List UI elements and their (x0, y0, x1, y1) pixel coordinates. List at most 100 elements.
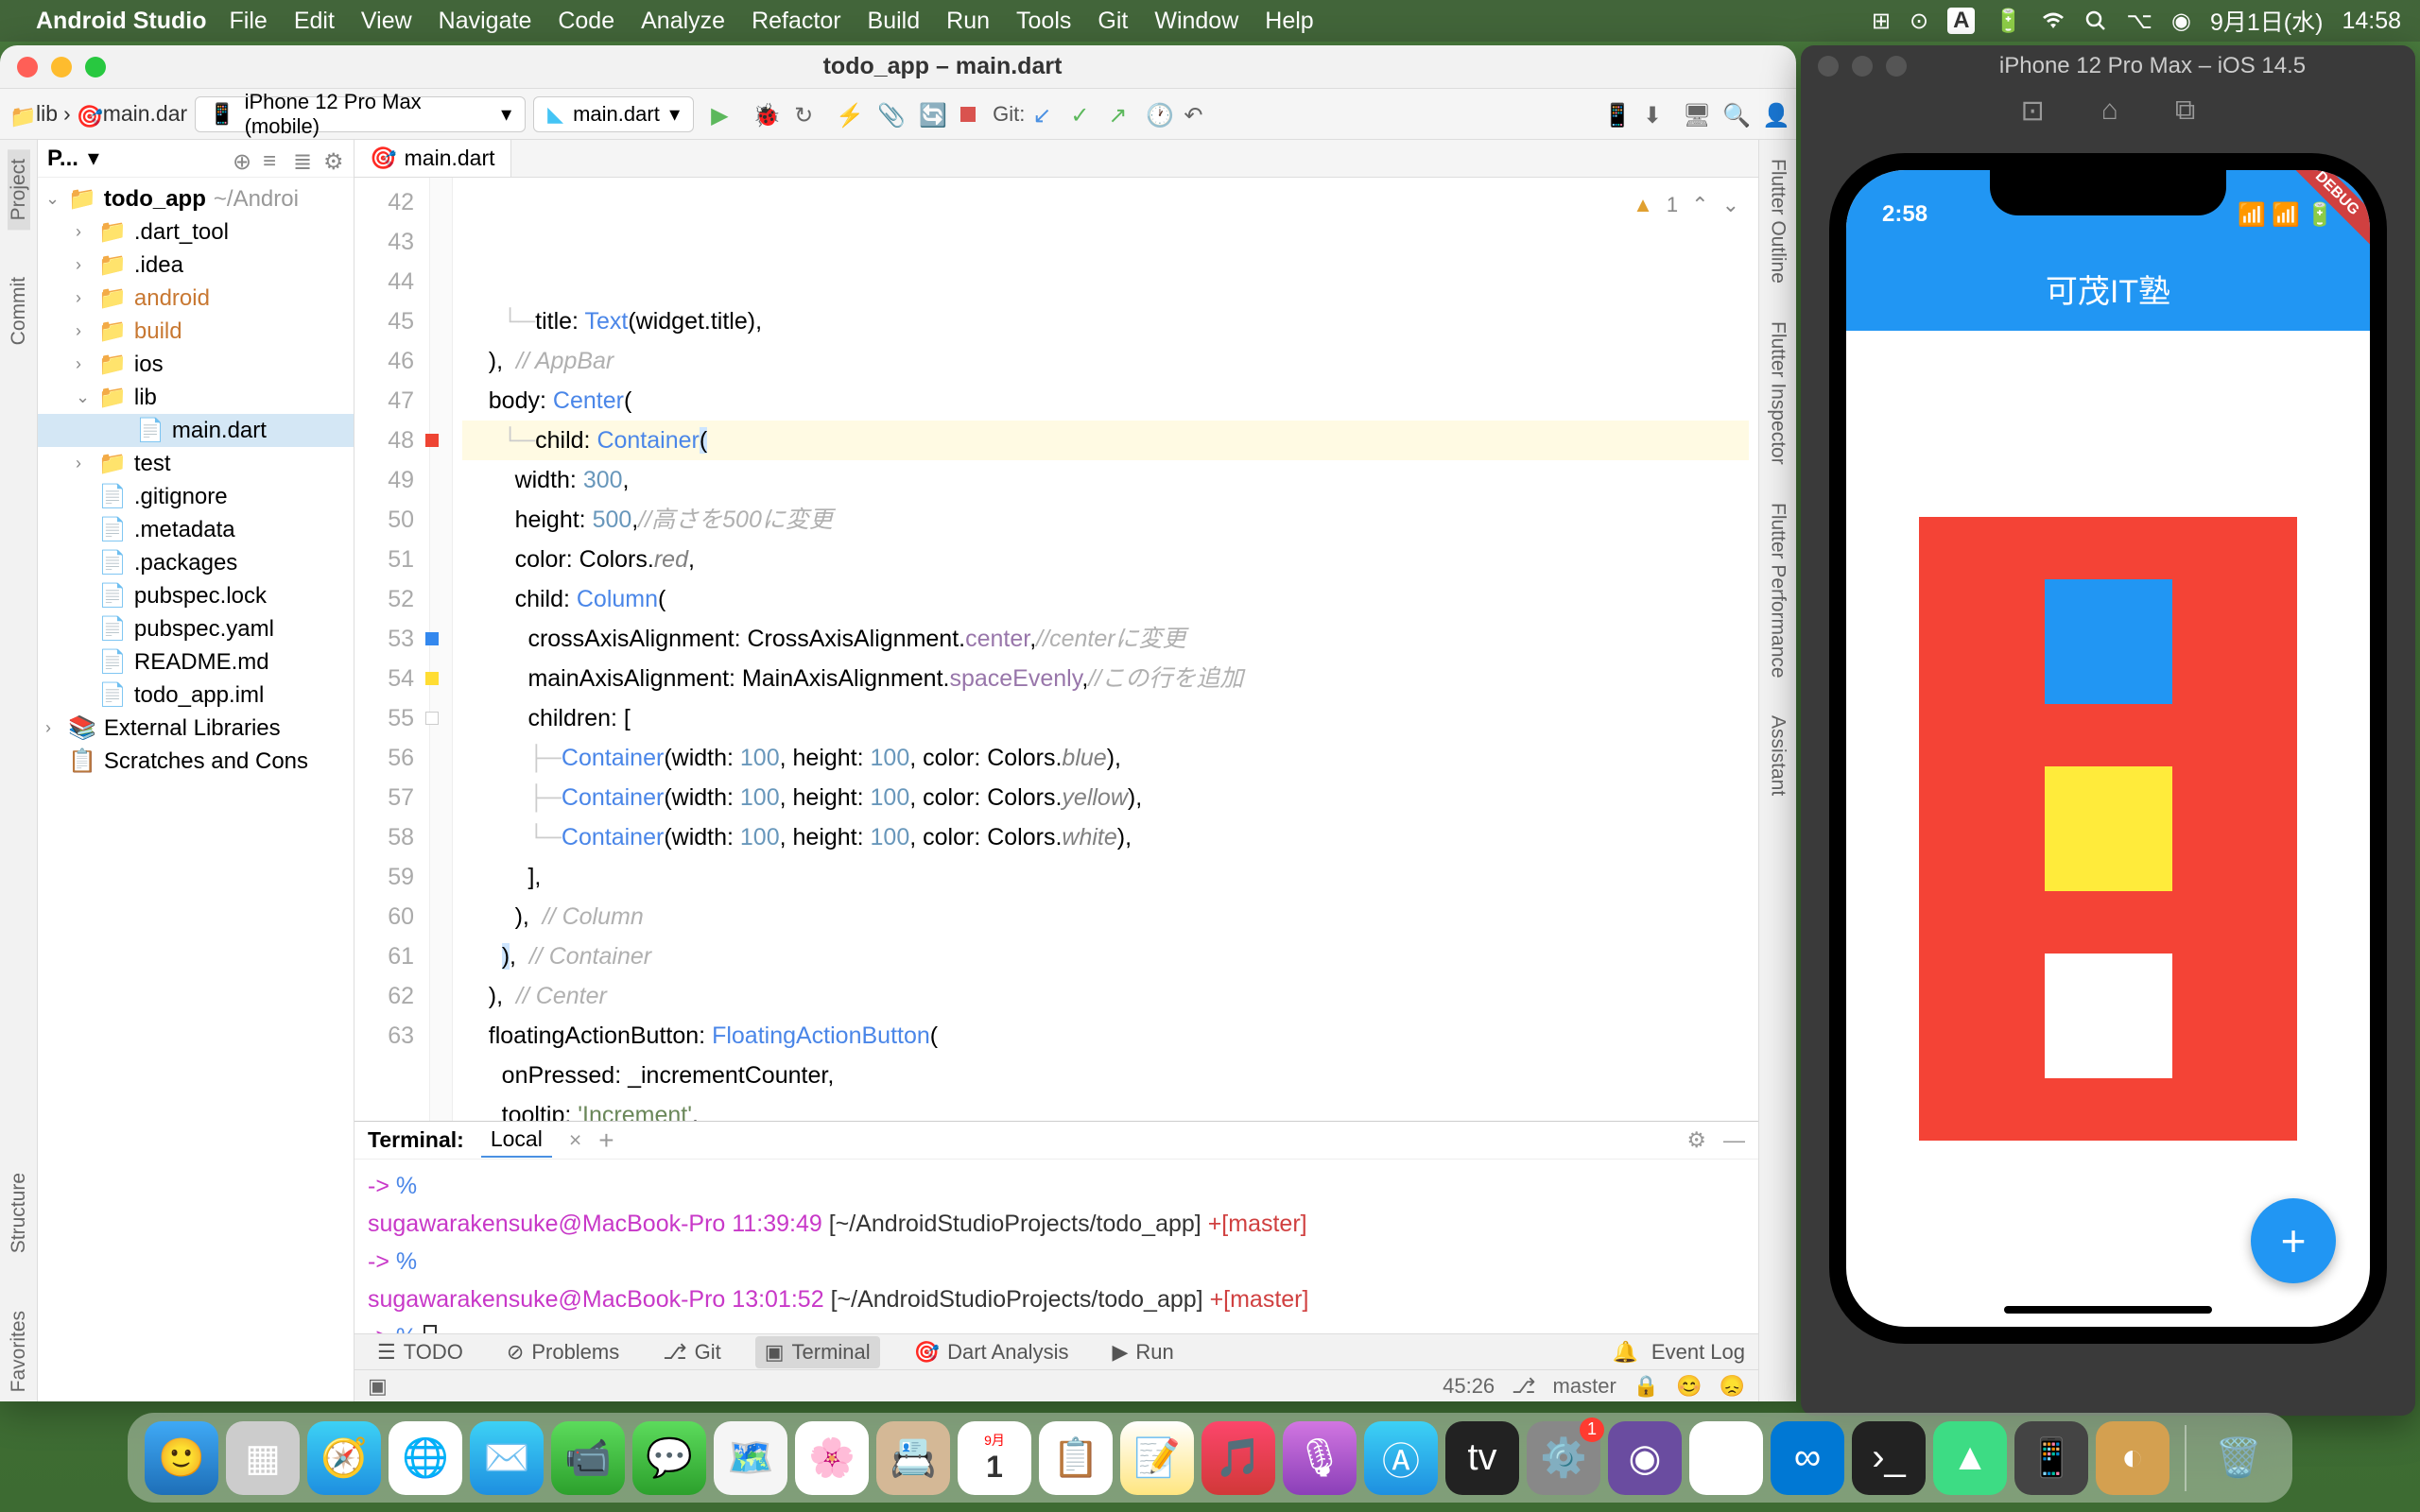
minimize-icon[interactable]: — (1723, 1127, 1745, 1153)
fold-gutter[interactable] (430, 178, 453, 1121)
sdk-manager-button[interactable]: ⬇ (1643, 102, 1668, 127)
line-number-gutter[interactable]: 4243444546474849505152535455565758596061… (354, 178, 430, 1121)
dropbox-icon[interactable]: ⊞ (1872, 8, 1891, 35)
coverage-button[interactable]: ↻ (794, 102, 819, 127)
tree-item[interactable]: 📄.metadata (38, 513, 354, 546)
menu-tools[interactable]: Tools (1016, 8, 1071, 35)
dock-chrome[interactable]: 🌐 (389, 1421, 462, 1495)
gear-icon[interactable]: ⚙ (323, 148, 344, 169)
menu-edit[interactable]: Edit (294, 8, 335, 35)
search-icon[interactable] (2084, 9, 2107, 32)
caret-right-icon[interactable]: › (76, 288, 91, 308)
caret-right-icon[interactable]: › (45, 718, 60, 738)
account-icon[interactable]: 👤 (1762, 102, 1787, 127)
menu-file[interactable]: File (230, 8, 268, 35)
caret-right-icon[interactable]: › (76, 321, 91, 341)
git-commit-button[interactable]: ✓ (1070, 102, 1095, 127)
tree-item[interactable]: ›📁.idea (38, 249, 354, 282)
caret-down-icon[interactable]: ⌄ (45, 189, 60, 209)
add-tab-button[interactable]: + (598, 1125, 614, 1156)
menubar-time[interactable]: 14:58 (2342, 8, 2401, 35)
terminal-body[interactable]: -> %sugawarakensuke@MacBook-Pro 11:39:49… (354, 1160, 1758, 1333)
caret-right-icon[interactable]: › (76, 222, 91, 242)
dock-maps[interactable]: 🗺️ (714, 1421, 787, 1495)
device-manager-button[interactable]: 🖥 (1683, 102, 1707, 127)
caret-right-icon[interactable]: › (76, 454, 91, 473)
rail-favorites[interactable]: Favorites (8, 1301, 30, 1401)
hot-restart-button[interactable]: 🔄 (919, 102, 943, 127)
menu-code[interactable]: Code (558, 8, 614, 35)
caret-down-icon[interactable]: ⌄ (76, 387, 91, 407)
rail-structure[interactable]: Structure (8, 1163, 30, 1263)
attach-debugger-button[interactable]: 📎 (877, 102, 902, 127)
home-indicator[interactable] (2004, 1306, 2212, 1314)
collapse-all-icon[interactable]: ≣ (293, 148, 314, 169)
rail-commit[interactable]: Commit (8, 267, 30, 354)
window-maximize-button[interactable] (85, 57, 106, 77)
menu-analyze[interactable]: Analyze (641, 8, 725, 35)
editor-tab-main[interactable]: 🎯 main.dart (354, 140, 511, 177)
caret-right-icon[interactable]: › (76, 255, 91, 275)
dock-music[interactable]: 🎵 (1201, 1421, 1275, 1495)
chevron-down-icon[interactable]: ▾ (88, 145, 99, 172)
tree-item[interactable]: ⌄📁lib (38, 381, 354, 414)
dock-trash[interactable]: 🗑️ (2202, 1421, 2275, 1495)
tree-item[interactable]: ›📁build (38, 315, 354, 348)
run-button[interactable]: ▶ (711, 102, 735, 127)
window-minimize-button[interactable] (51, 57, 72, 77)
tree-item[interactable]: 📄pubspec.lock (38, 579, 354, 612)
dock-slack[interactable]: # (1689, 1421, 1763, 1495)
dock-app1[interactable]: ◉ (1608, 1421, 1682, 1495)
caret-right-icon[interactable]: › (76, 354, 91, 374)
status-tips-icon[interactable]: ▣ (368, 1374, 388, 1399)
tree-item[interactable]: ›📁ios (38, 348, 354, 381)
control-center-icon[interactable]: ⌥ (2126, 8, 2152, 35)
dock-contacts[interactable]: 📇 (876, 1421, 950, 1495)
battery-icon[interactable]: 🔋 (1994, 8, 2022, 35)
dock-preferences[interactable]: ⚙️1 (1527, 1421, 1600, 1495)
avd-manager-button[interactable]: 📱 (1603, 102, 1628, 127)
tree-root[interactable]: ⌄ 📁 todo_app ~/Androi (38, 182, 354, 215)
status-branch[interactable]: master (1553, 1374, 1616, 1399)
status-cursor-pos[interactable]: 45:26 (1443, 1374, 1495, 1399)
sim-maximize-button[interactable] (1886, 56, 1907, 77)
git-pull-button[interactable]: ↙ (1032, 102, 1057, 127)
dock-mail[interactable]: ✉️ (470, 1421, 544, 1495)
siri-icon[interactable]: ◉ (2171, 8, 2191, 35)
home-icon[interactable]: ⌂ (2101, 94, 2118, 127)
search-everywhere-button[interactable]: 🔍 (1722, 102, 1747, 127)
dock-calendar[interactable]: 9月1 (958, 1421, 1031, 1495)
tree-external-libs[interactable]: › 📚 External Libraries (38, 712, 354, 745)
expand-all-icon[interactable]: ≡ (263, 148, 284, 169)
menubar-date[interactable]: 9月1日(水) (2210, 4, 2323, 38)
multitask-icon[interactable]: ⧉ (2175, 94, 2195, 127)
dock-tv[interactable]: tv (1445, 1421, 1519, 1495)
bt-problems[interactable]: ⊘Problems (497, 1336, 629, 1368)
play-circle-icon[interactable]: ⊙ (1910, 8, 1928, 35)
bt-git[interactable]: ⎇Git (653, 1336, 730, 1368)
dock-photos[interactable]: 🌸 (795, 1421, 869, 1495)
project-tree[interactable]: ⌄ 📁 todo_app ~/Androi ›📁.dart_tool›📁.ide… (38, 178, 354, 1401)
menu-navigate[interactable]: Navigate (439, 8, 532, 35)
bt-dart-analysis[interactable]: 🎯Dart Analysis (905, 1336, 1079, 1368)
menu-view[interactable]: View (361, 8, 412, 35)
dock-podcasts[interactable]: 🎙 (1283, 1421, 1357, 1495)
emoji-sad-icon[interactable]: 😞 (1720, 1374, 1745, 1399)
locate-icon[interactable]: ⊕ (233, 148, 253, 169)
bt-terminal[interactable]: ▣Terminal (755, 1336, 880, 1368)
sim-close-button[interactable] (1818, 56, 1839, 77)
rail-flutter-outline[interactable]: Flutter Outline (1767, 149, 1789, 293)
tree-item[interactable]: ›📁test (38, 447, 354, 480)
window-close-button[interactable] (17, 57, 38, 77)
run-config-selector[interactable]: ◣ main.dart ▾ (533, 96, 694, 132)
stop-button[interactable] (960, 107, 976, 122)
menu-git[interactable]: Git (1098, 8, 1128, 35)
dock-appstore[interactable]: Ⓐ (1364, 1421, 1438, 1495)
tree-scratches[interactable]: 📋 Scratches and Cons (38, 745, 354, 778)
dock-finder[interactable]: 🙂 (145, 1421, 218, 1495)
tree-item[interactable]: 📄.packages (38, 546, 354, 579)
chevron-down-icon[interactable]: ⌄ (1722, 185, 1739, 225)
bt-todo[interactable]: ☰TODO (368, 1336, 473, 1368)
git-push-button[interactable]: ↗ (1108, 102, 1132, 127)
dock-messages[interactable]: 💬 (632, 1421, 706, 1495)
